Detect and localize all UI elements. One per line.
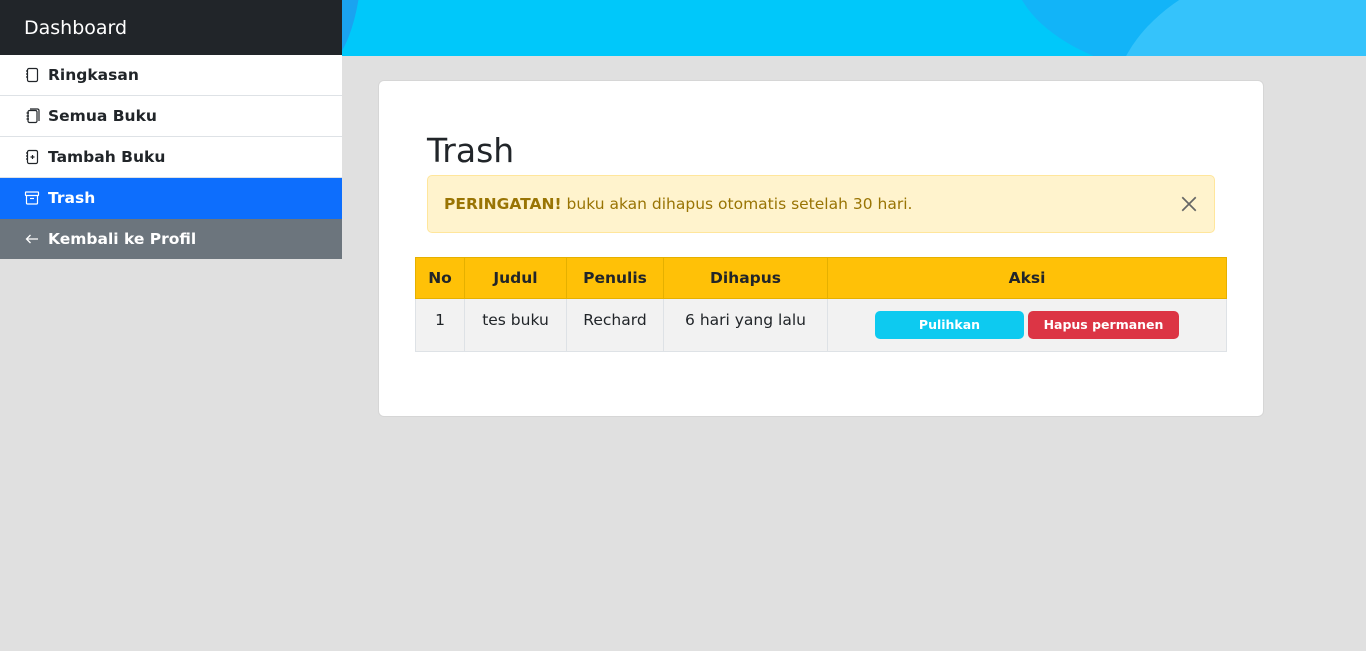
- sidebar: Dashboard Ringkasan Semua Buku Tambah Bu…: [0, 0, 342, 651]
- warning-alert: PERINGATAN! buku akan dihapus otomatis s…: [427, 175, 1215, 233]
- journal-plus-icon: [24, 149, 40, 165]
- cell-dihapus: 6 hari yang lalu: [663, 298, 828, 352]
- cell-penulis: Rechard: [566, 298, 664, 352]
- sidebar-item-trash[interactable]: Trash: [0, 178, 342, 219]
- sidebar-item-label: Trash: [48, 189, 96, 207]
- alert-strong: PERINGATAN!: [444, 195, 562, 213]
- table-header-row: No Judul Penulis Dihapus Aksi: [415, 257, 1227, 299]
- restore-button[interactable]: Pulihkan: [875, 311, 1024, 339]
- close-icon[interactable]: [1178, 193, 1200, 215]
- cell-no: 1: [415, 298, 465, 352]
- archive-icon: [24, 190, 40, 206]
- journals-icon: [24, 108, 40, 124]
- sidebar-item-ringkasan[interactable]: Ringkasan: [0, 55, 342, 96]
- column-header-aksi: Aksi: [827, 257, 1227, 299]
- banner-decoration: [342, 0, 362, 56]
- alert-text: buku akan dihapus otomatis setelah 30 ha…: [566, 195, 913, 213]
- sidebar-item-kembali-ke-profil[interactable]: Kembali ke Profil: [0, 219, 342, 259]
- column-header-judul: Judul: [464, 257, 567, 299]
- cell-aksi: Pulihkan Hapus permanen: [827, 298, 1227, 352]
- sidebar-brand[interactable]: Dashboard: [0, 0, 342, 55]
- sidebar-item-label: Tambah Buku: [48, 148, 166, 166]
- top-banner: [342, 0, 1366, 56]
- column-header-no: No: [415, 257, 465, 299]
- sidebar-item-label: Semua Buku: [48, 107, 157, 125]
- sidebar-item-label: Kembali ke Profil: [48, 230, 197, 248]
- sidebar-item-tambah-buku[interactable]: Tambah Buku: [0, 137, 342, 178]
- column-header-dihapus: Dihapus: [663, 257, 828, 299]
- table-row: 1 tes buku Rechard 6 hari yang lalu Puli…: [415, 298, 1227, 352]
- trash-table: No Judul Penulis Dihapus Aksi 1 tes buku…: [415, 257, 1227, 352]
- trash-card: Trash PERINGATAN! buku akan dihapus otom…: [378, 80, 1264, 417]
- delete-permanent-button[interactable]: Hapus permanen: [1028, 311, 1179, 339]
- arrow-left-icon: [24, 231, 40, 247]
- sidebar-item-semua-buku[interactable]: Semua Buku: [0, 96, 342, 137]
- cell-judul: tes buku: [464, 298, 567, 352]
- journal-icon: [24, 67, 40, 83]
- column-header-penulis: Penulis: [566, 257, 664, 299]
- page-title: Trash: [427, 131, 515, 170]
- sidebar-item-label: Ringkasan: [48, 66, 139, 84]
